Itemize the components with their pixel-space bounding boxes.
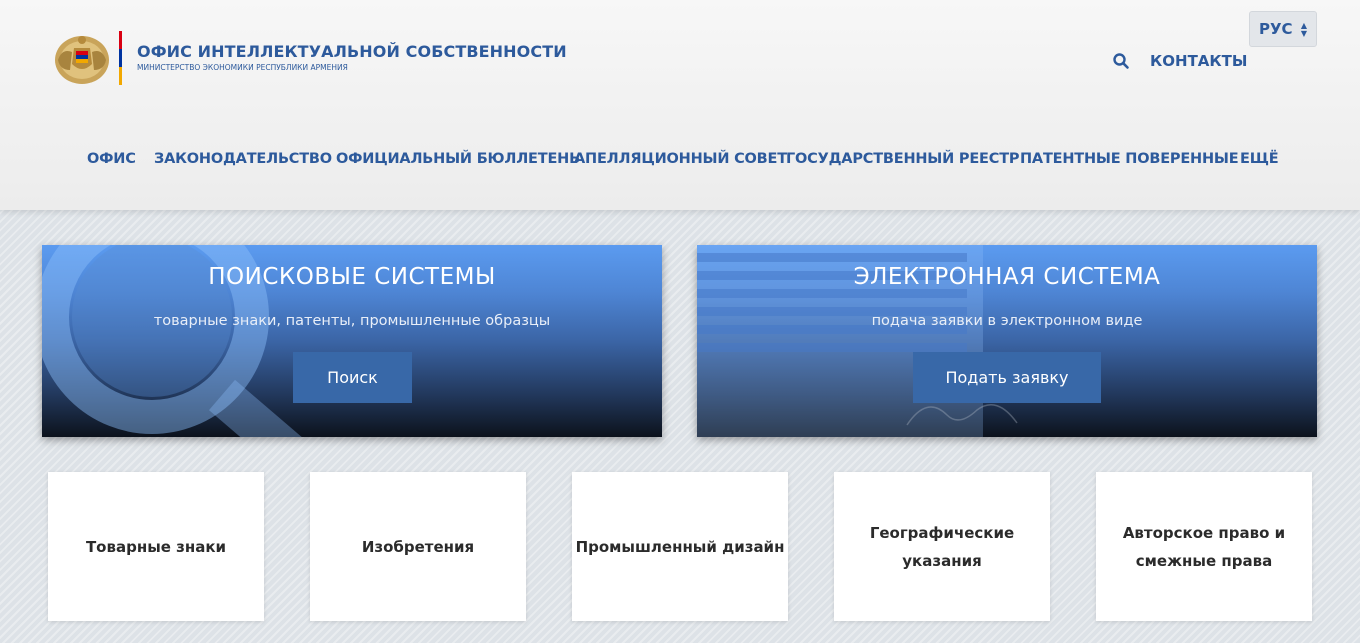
search-button[interactable]: Поиск <box>293 352 412 403</box>
search-systems-title: ПОИСКОВЫЕ СИСТЕМЫ <box>208 264 496 290</box>
nav-item-bulletin[interactable]: ОФИЦИАЛЬНЫЙ БЮЛЛЕТЕНЬ <box>336 151 580 167</box>
flag-stripes <box>119 31 122 85</box>
language-value: РУС <box>1259 20 1293 38</box>
nav-item-more[interactable]: ЕЩЁ <box>1240 151 1279 167</box>
search-systems-subtitle: товарные знаки, патенты, промышленные об… <box>153 313 551 329</box>
flag-stripe-orange <box>119 67 122 85</box>
electronic-system-subtitle: подача заявки в электронном виде <box>871 313 1143 329</box>
search-icon[interactable] <box>1112 52 1130 70</box>
flag-stripe-blue <box>119 49 122 67</box>
category-label: Промышленный дизайн <box>575 537 785 556</box>
site-header: ОФИС ИНТЕЛЛЕКТУАЛЬНОЙ СОБСТВЕННОСТИ МИНИ… <box>0 0 1360 210</box>
category-label: Авторское право и смежные права <box>1122 523 1286 570</box>
electronic-system-title: ЭЛЕКТРОННАЯ СИСТЕМА <box>853 264 1161 290</box>
site-subtitle: МИНИСТЕРСТВО ЭКОНОМИКИ РЕСПУБЛИКИ АРМЕНИ… <box>137 63 348 72</box>
select-arrows-icon: ▲ ▼ <box>1300 21 1307 38</box>
category-card-industrial-design[interactable]: Промышленный дизайн <box>572 472 788 621</box>
coat-of-arms-icon[interactable] <box>52 30 112 86</box>
flag-stripe-red <box>119 31 122 49</box>
category-card-geographical-indications[interactable]: Географические указания <box>834 472 1050 621</box>
site-title[interactable]: ОФИС ИНТЕЛЛЕКТУАЛЬНОЙ СОБСТВЕННОСТИ <box>137 42 567 61</box>
language-select[interactable]: РУС ▲ ▼ <box>1249 11 1317 47</box>
category-card-inventions[interactable]: Изобретения <box>310 472 526 621</box>
submit-application-button[interactable]: Подать заявку <box>913 352 1101 403</box>
nav-item-office[interactable]: ОФИС <box>87 151 136 167</box>
nav-item-patent-attorneys[interactable]: ПАТЕНТНЫЕ ПОВЕРЕННЫЕ <box>1020 151 1239 167</box>
category-card-trademarks[interactable]: Товарные знаки <box>48 472 264 621</box>
search-systems-banner: ПОИСКОВЫЕ СИСТЕМЫ товарные знаки, патент… <box>42 245 662 437</box>
nav-item-appeals-board[interactable]: АПЕЛЛЯЦИОННЫЙ СОВЕТ <box>574 151 787 167</box>
nav-item-state-register[interactable]: ГОСУДАРСТВЕННЫЙ РЕЕСТР <box>786 151 1020 167</box>
category-label: Товарные знаки <box>85 537 227 556</box>
nav-item-legislation[interactable]: ЗАКОНОДАТЕЛЬСТВО <box>154 151 332 167</box>
category-label: Географические указания <box>869 523 1015 570</box>
contacts-link[interactable]: КОНТАКТЫ <box>1150 52 1247 70</box>
category-label: Изобретения <box>361 537 475 556</box>
electronic-system-banner: ЭЛЕКТРОННАЯ СИСТЕМА подача заявки в элек… <box>697 245 1317 437</box>
main-nav: ОФИС ЗАКОНОДАТЕЛЬСТВО ОФИЦИАЛЬНЫЙ БЮЛЛЕТ… <box>0 151 1360 173</box>
category-card-copyright[interactable]: Авторское право и смежные права <box>1096 472 1312 621</box>
